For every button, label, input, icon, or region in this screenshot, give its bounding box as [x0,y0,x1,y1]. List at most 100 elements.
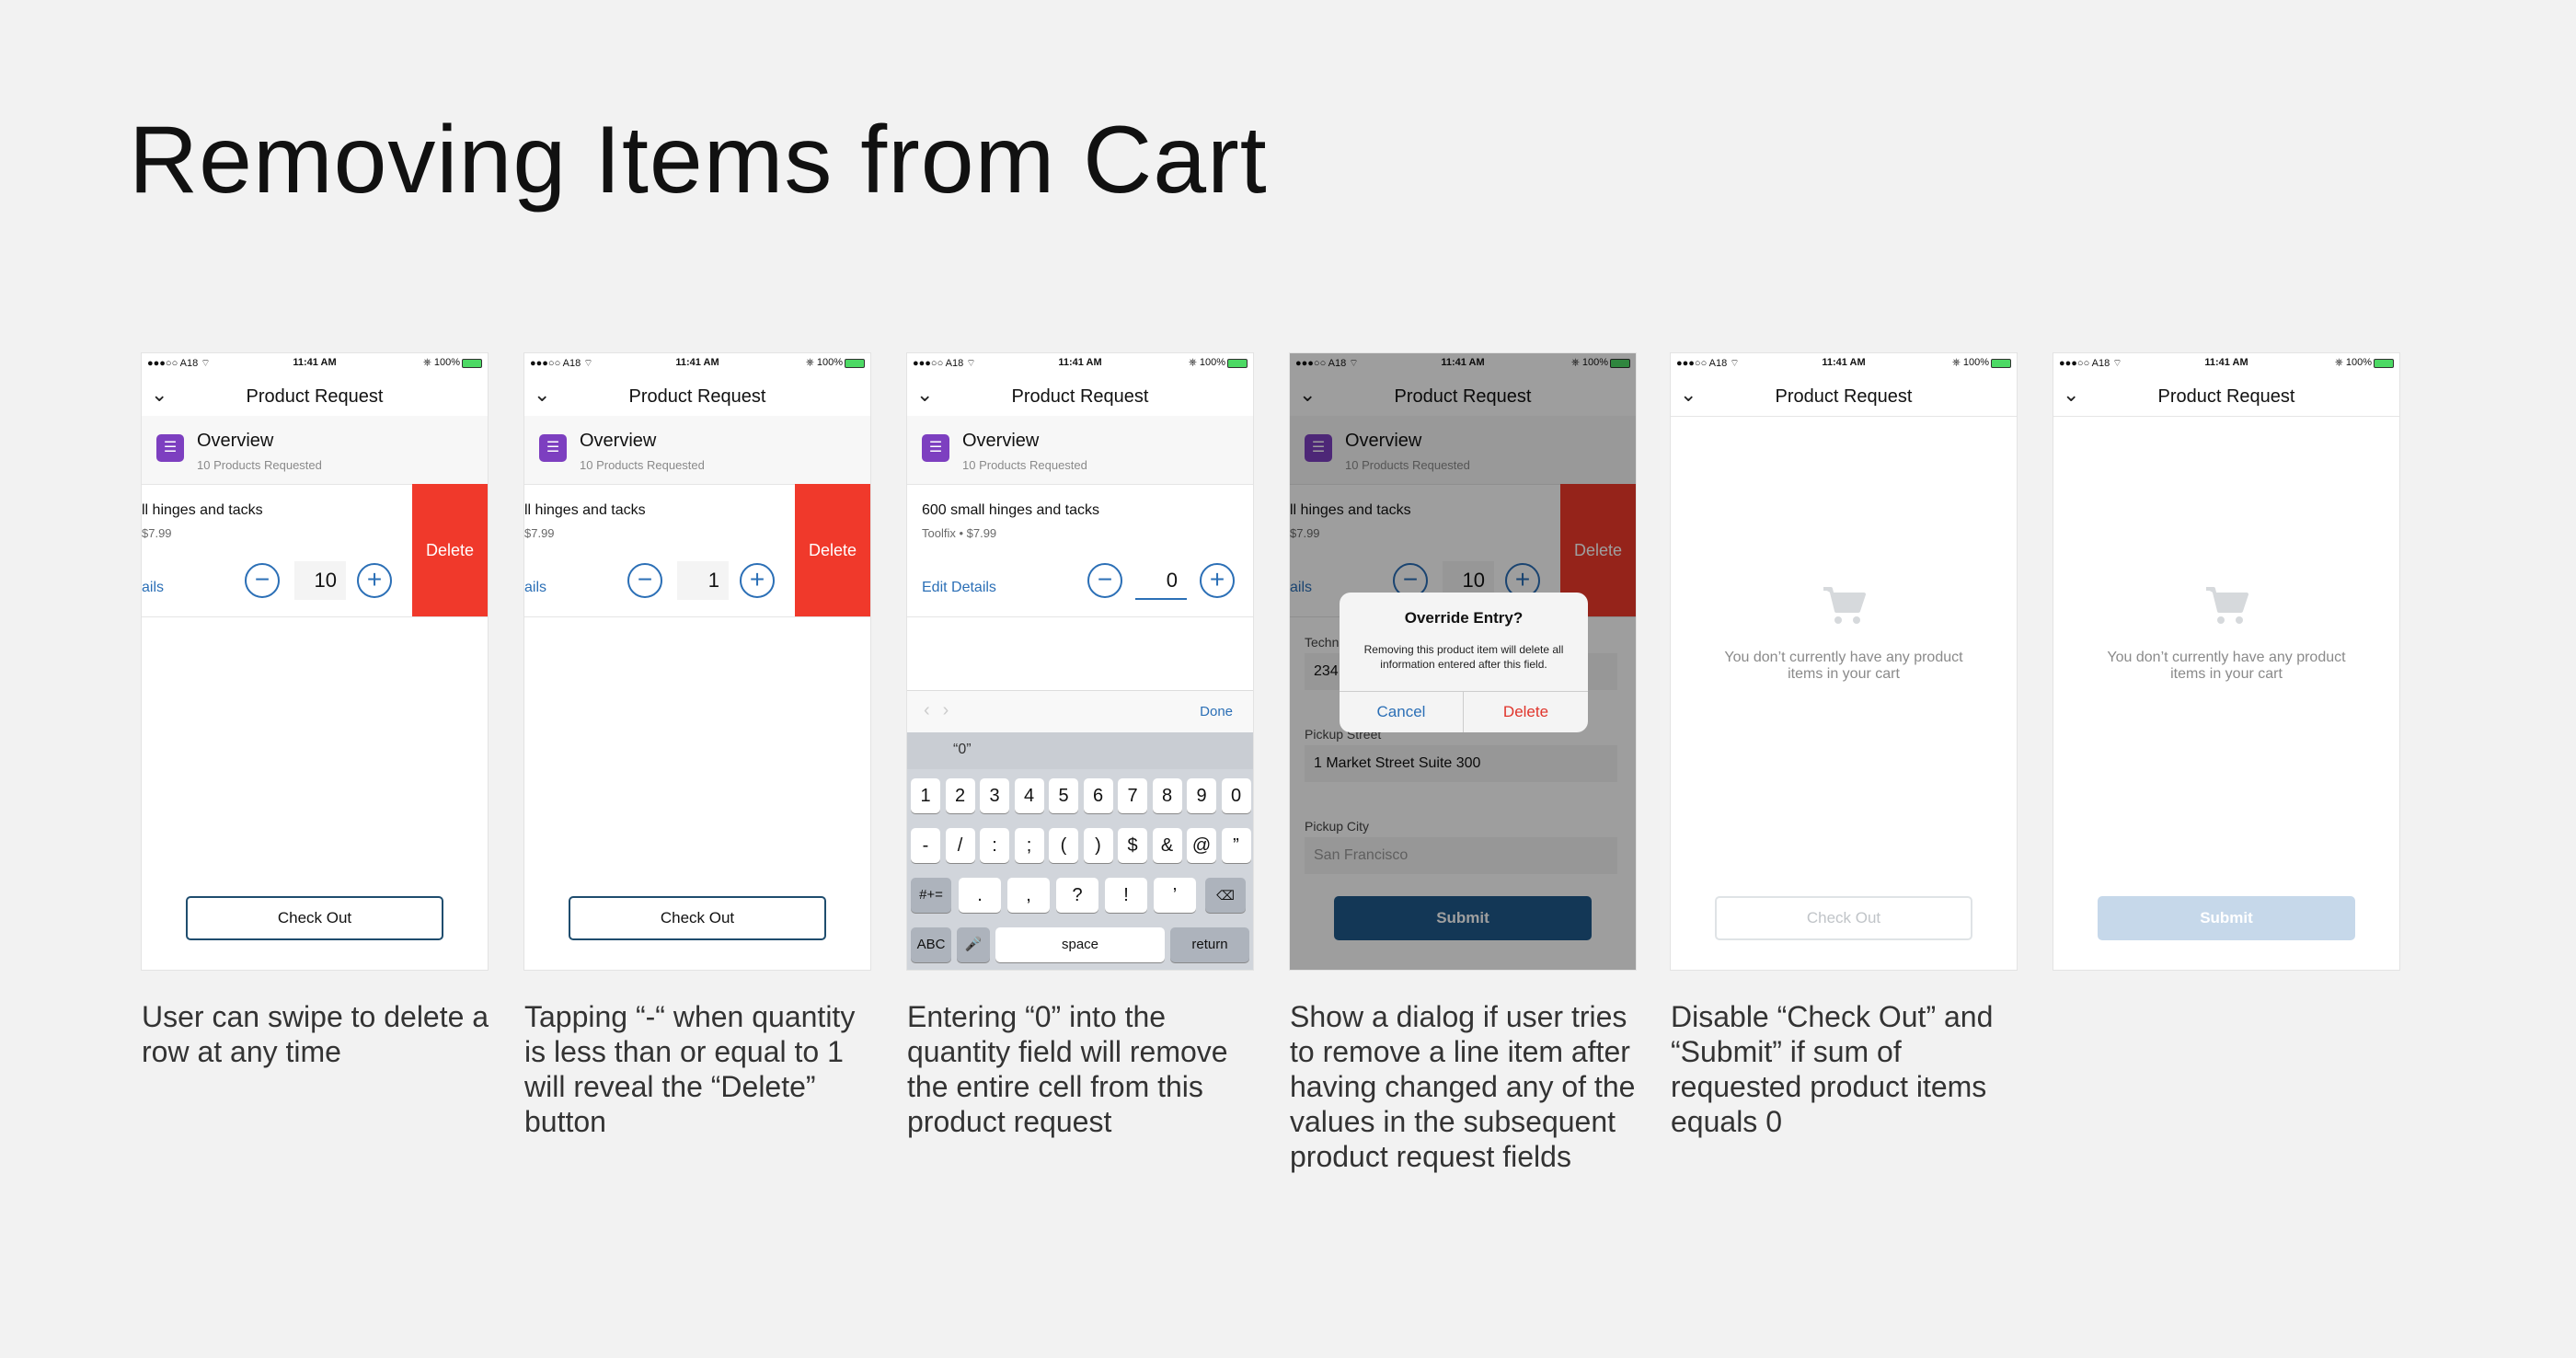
caption-enter-zero: Entering “0” into the quantity field wil… [907,1000,1228,1138]
battery-percent: ⎈ 100% [1952,357,1989,368]
product-meta: Toolfix • $7.99 [922,526,997,540]
nav-title: Product Request [1775,386,1913,407]
plus-icon[interactable]: + [357,563,392,598]
battery-percent: ⎈ 100% [806,357,843,368]
dialog-title: Override Entry? [1404,609,1524,627]
dialog-actions: Cancel Delete [1340,691,1588,732]
key[interactable]: ) [1083,828,1113,863]
cart-icon [2206,587,2248,624]
key[interactable]: $ [1118,828,1147,863]
key[interactable]: 1 [911,778,940,813]
microphone-icon[interactable]: 🎤 [957,927,990,962]
key[interactable]: - [911,828,940,863]
overview-title: Overview [962,431,1040,451]
key[interactable]: @ [1187,828,1216,863]
key[interactable]: 9 [1187,778,1216,813]
check-out-button[interactable]: Check Out [186,896,443,940]
product-row[interactable]: 600 small hinges and tacks Toolfix • $7.… [907,484,1253,617]
plus-icon[interactable]: + [1200,563,1235,598]
overview-icon: ☰ [539,434,567,462]
key[interactable]: : [980,828,1009,863]
dialog-message: Removing this product item will delete a… [1363,643,1564,671]
status-bar: ●●●○○ A18 ⌔ 11:41 AM ⎈ 100% [1671,353,2017,374]
status-bar: ●●●○○ A18 ⌔ 11:41 AM ⎈ 100% [142,353,488,374]
key[interactable]: ( [1049,828,1078,863]
key[interactable]: 7 [1118,778,1147,813]
edit-details-link[interactable]: Edit Details [922,580,996,596]
check-out-button[interactable]: Check Out [569,896,826,940]
delete-button[interactable]: Delete [795,484,870,616]
overview-icon: ☰ [156,434,184,462]
done-button[interactable]: Done [1200,704,1233,719]
numeric-keyboard: “0” 1 2 3 4 5 6 7 8 9 0 - /:;() $ & @” #+=.,?!’ ⌫ ABC 🎤 spa… [907,732,1253,970]
key[interactable]: / [945,828,975,863]
prev-next-arrows-icon[interactable]: ‹› [924,700,961,721]
phone-screen-minus-delete: ●●●○○ A18 ⌔ 11:41 AM ⎈ 100% ⌄ Product Re… [524,353,870,970]
phone-screen-override-dialog: ●●●○○ A18 ⌔ 11:41 AM ⎈ 100% ⌄ Product Re… [1290,353,1636,970]
battery-percent: ⎈ 100% [2335,357,2372,368]
space-key[interactable]: space [995,927,1165,962]
phone-screen-empty-submit: ●●●○○ A18 ⌔ 11:41 AM ⎈ 100% ⌄ Product Re… [2053,353,2399,970]
battery-icon [462,359,482,368]
submit-button-disabled: Submit [2098,896,2355,940]
edit-details-link[interactable]: ails [524,580,546,596]
nav-title: Product Request [628,386,766,407]
delete-button[interactable]: Delete [412,484,488,616]
nav-bar: ⌄ Product Request [1671,374,2017,417]
battery-percent: ⎈ 100% [1189,357,1225,368]
phone-screen-enter-zero: ●●●○○ A18 ⌔ 11:41 AM ⎈ 100% ⌄ Product Re… [907,353,1253,970]
battery-icon [1991,359,2011,368]
key[interactable]: ’ [1154,878,1196,913]
key[interactable]: 4 [1014,778,1044,813]
check-out-button-disabled: Check Out [1715,896,1972,940]
status-bar: ●●●○○ A18 ⌔ 11:41 AM ⎈ 100% [2053,353,2399,374]
product-row[interactable]: ll hinges and tacks $7.99 ails − 1 + Del… [524,484,870,617]
abc-key[interactable]: ABC [911,927,951,962]
key[interactable]: 3 [980,778,1009,813]
quantity-field[interactable]: 0 [1135,561,1187,600]
phone-screen-swipe-delete: ●●●○○ A18 ⌔ 11:41 AM ⎈ 100% ⌄ Product Re… [142,353,488,970]
caption-swipe-delete: User can swipe to delete a row at any ti… [142,1000,489,1068]
return-key[interactable]: return [1170,927,1249,962]
suggestion-text[interactable]: “0” [953,742,972,758]
quantity-field[interactable]: 10 [294,561,346,600]
key[interactable]: & [1152,828,1182,863]
caption-disable-buttons: Disable “Check Out” and “Submit” if sum … [1671,1000,1994,1138]
dialog-delete-button[interactable]: Delete [1464,692,1588,732]
product-row[interactable]: ll hinges and tacks $7.99 ails − 10 + De… [142,484,488,617]
plus-icon[interactable]: + [740,563,775,598]
nav-title: Product Request [2157,386,2295,407]
battery-percent: ⎈ 100% [423,357,460,368]
overview-icon: ☰ [922,434,949,462]
key[interactable]: ! [1105,878,1147,913]
product-name: ll hinges and tacks [142,502,263,518]
suggestion-bar: “0” [907,732,1253,769]
page-title: Removing Items from Cart [129,107,1268,213]
quantity-field[interactable]: 1 [677,561,729,600]
product-name: ll hinges and tacks [524,502,646,518]
caption-override-dialog: Show a dialog if user tries to remove a … [1290,1000,1636,1173]
dialog-cancel-button[interactable]: Cancel [1340,692,1464,732]
backspace-icon[interactable]: ⌫ [1205,878,1246,913]
battery-icon [845,359,865,368]
edit-details-link[interactable]: ails [142,580,164,596]
key[interactable]: 8 [1152,778,1182,813]
key[interactable]: , [1007,878,1050,913]
overview-section: ☰ Overview 10 Products Requested [907,416,1253,485]
key[interactable]: 0 [1221,778,1251,813]
minus-icon[interactable]: − [627,563,662,598]
key[interactable]: 5 [1049,778,1078,813]
key[interactable]: ? [1056,878,1098,913]
minus-icon[interactable]: − [245,563,280,598]
key[interactable]: ” [1221,828,1251,863]
key[interactable]: . [959,878,1001,913]
symbols-key[interactable]: #+= [911,878,951,913]
empty-cart-message: You don’t currently have any product ite… [2107,650,2346,682]
key[interactable]: 2 [945,778,975,813]
key[interactable]: ; [1014,828,1044,863]
minus-icon[interactable]: − [1087,563,1122,598]
nav-title: Product Request [1011,386,1149,407]
key[interactable]: 6 [1083,778,1113,813]
overview-subtitle: 10 Products Requested [197,458,322,472]
empty-cart-message: You don’t currently have any product ite… [1724,650,1963,682]
